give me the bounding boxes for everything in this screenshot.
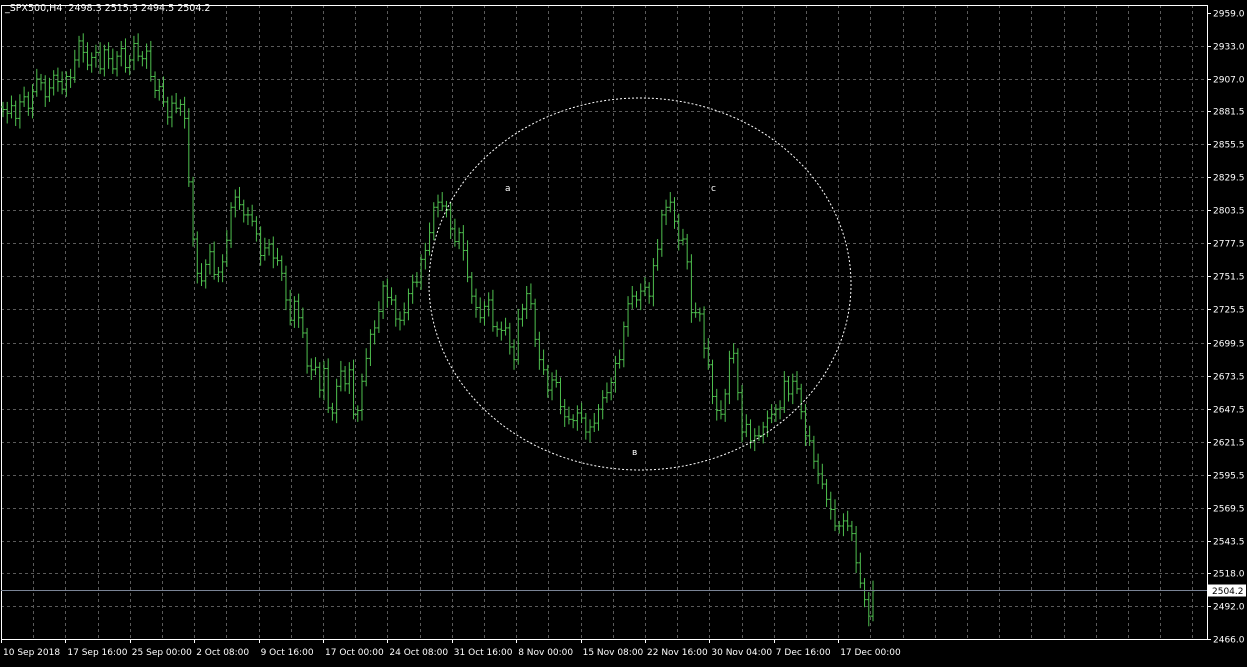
chart[interactable]: a в c 2959.0 2933.0 2907.0 2881.5 2855.5 2829.5… [0, 0, 1247, 663]
y-tick-label: 2466.0 [1213, 636, 1245, 646]
y-tick-label: 2725.5 [1213, 306, 1245, 316]
y-tick-label: 2829.5 [1213, 174, 1245, 184]
y-tick-label: 2647.5 [1213, 406, 1245, 416]
x-tick-label: 8 Nov 00:00 [518, 648, 573, 658]
wave-label: a [505, 184, 511, 194]
y-tick-label: 2855.5 [1213, 141, 1245, 151]
x-tick-label: 9 Oct 16:00 [261, 648, 314, 658]
x-tick-label: 22 Nov 16:00 [647, 648, 708, 658]
wave-label: c [711, 184, 716, 194]
x-tick-label: 17 Oct 00:00 [325, 648, 384, 658]
y-tick-label: 2881.5 [1213, 108, 1245, 118]
y-tick-label: 2699.5 [1213, 340, 1245, 350]
x-tick-label: 24 Oct 08:00 [389, 648, 448, 658]
current-price-label: 2504.2 [1212, 587, 1244, 597]
y-tick-label: 2959.0 [1213, 10, 1245, 20]
wave-label: в [632, 448, 637, 458]
x-tick-label: 10 Sep 2018 [3, 648, 60, 658]
y-tick-label: 2569.5 [1213, 505, 1245, 515]
y-tick-label: 2751.5 [1213, 273, 1245, 283]
x-tick-label: 15 Nov 08:00 [583, 648, 644, 658]
x-tick-label: 31 Oct 16:00 [454, 648, 513, 658]
chart-svg: a в c 2959.0 2933.0 2907.0 2881.5 2855.5 2829.5… [0, 0, 1247, 663]
y-tick-label: 2518.0 [1213, 570, 1245, 580]
x-tick-label: 2 Oct 08:00 [196, 648, 249, 658]
y-tick-label: 2595.5 [1213, 472, 1245, 482]
chart-header: _SPX500,H4 2498.3 2515.3 2494.5 2504.2 [5, 3, 210, 14]
symbol-timeframe: _SPX500,H4 [5, 3, 63, 14]
x-tick-label: 17 Sep 16:00 [67, 648, 127, 658]
y-tick-label: 2777.5 [1213, 240, 1245, 250]
y-tick-label: 2621.5 [1213, 439, 1245, 449]
y-tick-label: 2492.0 [1213, 603, 1245, 613]
y-tick-label: 2933.0 [1213, 43, 1245, 53]
y-tick-label: 2803.5 [1213, 207, 1245, 217]
x-tick-label: 25 Sep 00:00 [132, 648, 192, 658]
x-tick-label: 7 Dec 16:00 [776, 648, 831, 658]
x-tick-label: 30 Nov 04:00 [711, 648, 772, 658]
y-tick-label: 2907.0 [1213, 76, 1245, 86]
ohlc-values: 2498.3 2515.3 2494.5 2504.2 [68, 3, 211, 14]
y-tick-label: 2673.5 [1213, 373, 1245, 383]
y-tick-label: 2543.5 [1213, 538, 1245, 548]
x-tick-label: 17 Dec 00:00 [840, 648, 901, 658]
